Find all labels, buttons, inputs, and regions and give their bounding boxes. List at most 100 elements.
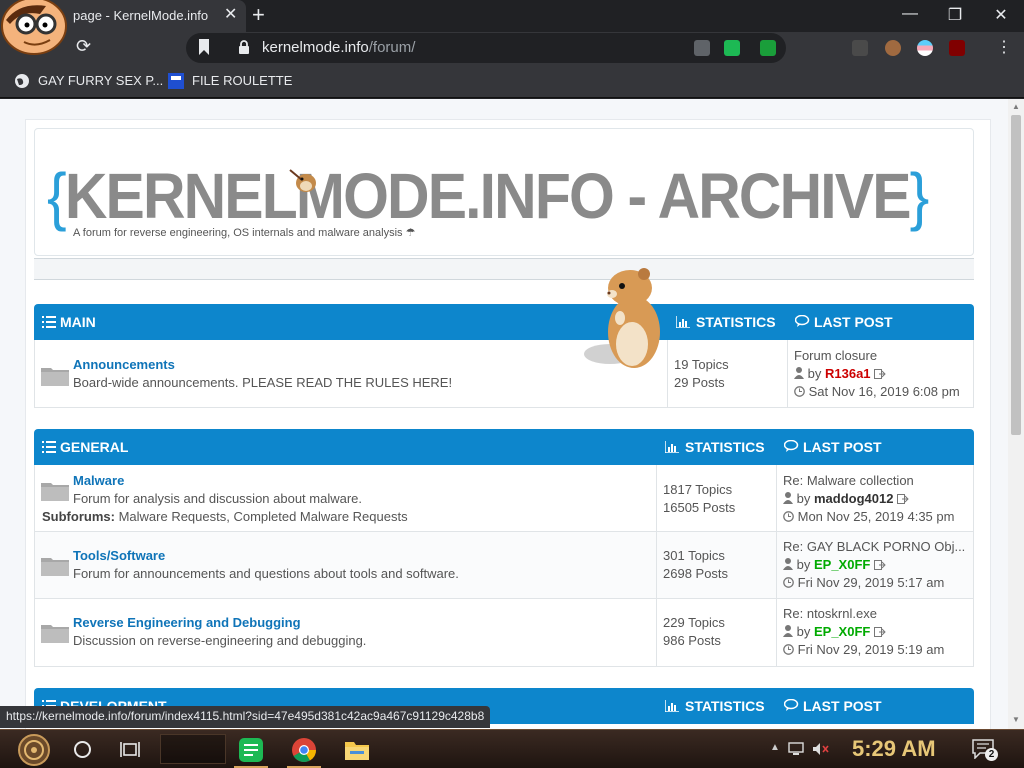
scroll-down-icon[interactable]: ▼ (1012, 715, 1020, 724)
bar-chart-icon (676, 316, 690, 328)
by-label: by (807, 366, 822, 381)
shield-extension-icon[interactable] (760, 40, 776, 56)
ublock-icon[interactable] (949, 40, 965, 56)
site-tagline: A forum for reverse engineering, OS inte… (73, 227, 416, 239)
site-logo[interactable]: {KERNELMODE.INFO - ARCHIVE} (47, 159, 929, 233)
network-icon[interactable] (788, 742, 804, 756)
cartoon-face-icon (1, 0, 67, 55)
category-title[interactable]: GENERAL (60, 439, 128, 455)
column-divider (776, 599, 777, 667)
start-button-icon[interactable] (12, 732, 56, 768)
tab-close-icon[interactable]: ✕ (224, 6, 237, 24)
view-latest-icon[interactable] (874, 369, 886, 379)
extension-icon[interactable] (852, 40, 868, 56)
user-icon (783, 625, 793, 637)
statistics-header: STATISTICS (685, 439, 765, 455)
volume-muted-icon[interactable] (812, 742, 830, 756)
messaging-app-icon[interactable] (238, 737, 264, 763)
scroll-up-icon[interactable]: ▲ (1012, 102, 1020, 111)
list-icon (42, 316, 56, 328)
posts-count: 986 Posts (663, 633, 721, 648)
last-post-header: LAST POST (803, 698, 882, 714)
forum-title-link[interactable]: Tools/Software (73, 548, 165, 563)
view-latest-icon[interactable] (873, 560, 886, 570)
last-post-title[interactable]: Forum closure (794, 348, 972, 363)
site-settings-icon[interactable] (694, 40, 710, 56)
page-wrap: {KERNELMODE.INFO - ARCHIVE} A forum for … (25, 119, 991, 729)
last-post-header: LAST POST (814, 314, 893, 330)
last-post-title[interactable]: Re: Malware collection (783, 473, 971, 488)
spotify-extension-icon[interactable] (724, 40, 740, 56)
taskbar-search-box[interactable] (160, 734, 226, 764)
browser-toolbar: ⟳ kernelmode.info/forum/ ⋮ (0, 32, 1024, 64)
minimize-icon[interactable]: — (898, 5, 922, 23)
date-text: Fri Nov 29, 2019 5:19 am (797, 642, 945, 657)
reload-icon[interactable]: ⟳ (76, 36, 91, 57)
tab-title: page - KernelMode.info (73, 8, 209, 23)
column-divider (656, 599, 657, 667)
clock-icon (794, 386, 805, 397)
window-close-icon[interactable]: ✕ (989, 5, 1013, 25)
tray-overflow-icon[interactable]: ▲ (770, 742, 780, 753)
new-tab-button[interactable]: + (252, 3, 265, 27)
author-link[interactable]: maddog4012 (814, 491, 893, 506)
forum-title-link[interactable]: Announcements (73, 357, 175, 372)
category-header: MAIN STATISTICS LAST POST (34, 304, 974, 340)
column-divider (656, 465, 657, 532)
user-icon (794, 367, 804, 379)
flag-extension-icon[interactable] (917, 40, 933, 56)
windows-taskbar: ▲ 5:29 AM 2 (0, 729, 1024, 768)
author-link[interactable]: EP_X0FF (814, 557, 870, 572)
url-text[interactable]: kernelmode.info/forum/ (262, 39, 415, 56)
last-post-title[interactable]: Re: GAY BLACK PORNO Obj... (783, 539, 971, 554)
subforums-label: Subforums: (42, 509, 115, 524)
forum-title-link[interactable]: Reverse Engineering and Debugging (73, 615, 301, 630)
lock-icon[interactable] (238, 40, 250, 54)
profile-avatar-icon[interactable] (885, 40, 901, 56)
taskbar-clock[interactable]: 5:29 AM (852, 736, 936, 762)
task-view-icon[interactable] (120, 741, 140, 758)
view-latest-icon[interactable] (873, 627, 886, 637)
bar-chart-icon (665, 700, 679, 712)
by-label: by (796, 491, 811, 506)
bookmark-favicon-icon (168, 73, 184, 89)
bar-chart-icon (665, 441, 679, 453)
subforum-links[interactable]: Malware Requests, Completed Malware Requ… (119, 509, 408, 524)
column-divider (776, 465, 777, 532)
topics-count: 229 Topics (663, 615, 725, 630)
comments-icon (795, 315, 810, 327)
last-post-title[interactable]: Re: ntoskrnl.exe (783, 606, 971, 621)
comments-icon (784, 440, 799, 452)
posts-count: 16505 Posts (663, 500, 736, 515)
cortana-icon[interactable] (74, 741, 91, 758)
menu-icon[interactable]: ⋮ (996, 37, 1012, 57)
forum-description: Forum for announcements and questions ab… (73, 566, 459, 581)
user-icon (783, 558, 793, 570)
bookmark-item[interactable]: GAY FURRY SEX P... (38, 73, 163, 88)
bookmark-icon[interactable] (198, 39, 210, 55)
statistics-header: STATISTICS (696, 314, 776, 330)
subforums-line: Subforums: Malware Requests, Completed M… (42, 509, 408, 524)
last-post-author: by R136a1 (794, 366, 886, 381)
bookmark-item[interactable]: FILE ROULETTE (192, 73, 292, 88)
scrollbar-thumb[interactable] (1011, 115, 1021, 435)
view-latest-icon[interactable] (897, 494, 909, 504)
forum-title-link[interactable]: Malware (73, 473, 124, 488)
date-text: Sat Nov 16, 2019 6:08 pm (808, 384, 960, 399)
last-post-date: Fri Nov 29, 2019 5:17 am (783, 575, 944, 590)
small-hamster-image (289, 169, 316, 192)
file-explorer-icon[interactable] (344, 737, 370, 763)
date-text: Mon Nov 25, 2019 4:35 pm (797, 509, 955, 524)
chrome-icon[interactable] (291, 737, 317, 763)
logo-open-brace: { (47, 160, 67, 232)
author-link[interactable]: R136a1 (825, 366, 871, 381)
forum-description: Forum for analysis and discussion about … (73, 491, 363, 506)
folder-icon (41, 483, 69, 501)
notification-count-badge: 2 (985, 748, 998, 761)
author-link[interactable]: EP_X0FF (814, 624, 870, 639)
url-path: /forum/ (368, 39, 416, 56)
page-scrollbar[interactable]: ▲ ▼ (1008, 99, 1024, 729)
forum-row: Announcements Board-wide announcements. … (34, 340, 974, 408)
restore-icon[interactable]: ❐ (943, 5, 967, 25)
category-title[interactable]: MAIN (60, 314, 96, 330)
